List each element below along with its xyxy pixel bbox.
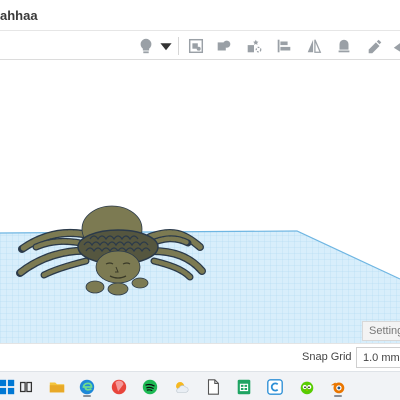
active-indicator <box>83 395 91 397</box>
align-icon[interactable] <box>273 35 295 57</box>
workplane-viewport[interactable] <box>0 61 400 343</box>
flip-icon[interactable] <box>364 35 386 57</box>
notepad-icon[interactable] <box>202 376 224 398</box>
file-explorer-icon[interactable] <box>46 376 68 398</box>
edge-icon[interactable] <box>76 376 98 398</box>
task-view-icon[interactable] <box>15 376 37 398</box>
workplane-scene[interactable] <box>0 61 400 343</box>
snap-grid-select[interactable]: 1.0 mm <box>356 347 400 368</box>
project-name[interactable]: ahhaa <box>0 8 38 23</box>
duolingo-icon[interactable] <box>296 376 318 398</box>
title-bar: ahhaa <box>0 0 400 30</box>
lightbulb-icon[interactable] <box>135 35 157 57</box>
hole-icon[interactable] <box>243 35 265 57</box>
dropdown-arrow-icon[interactable] <box>159 35 173 57</box>
toolbar-separator <box>178 37 179 55</box>
snap-grid-label: Snap Grid <box>302 351 352 363</box>
settings-button[interactable]: Settings <box>362 321 400 341</box>
note-icon[interactable] <box>185 35 207 57</box>
workplane-icon[interactable] <box>390 35 400 57</box>
windows-taskbar <box>0 371 400 400</box>
canva-icon[interactable] <box>264 376 286 398</box>
blender-icon[interactable] <box>327 376 349 398</box>
spotify-icon[interactable] <box>139 376 161 398</box>
sheets-icon[interactable] <box>233 376 255 398</box>
tinkercad-window: ahhaa Settin Snap Grid 1.0 mm <box>0 0 400 400</box>
group-icon[interactable] <box>333 35 355 57</box>
active-indicator <box>334 395 342 397</box>
mirror-icon[interactable] <box>303 35 325 57</box>
editor-toolbar <box>0 30 400 60</box>
shape-group-icon[interactable] <box>213 35 235 57</box>
status-bar: Snap Grid 1.0 mm <box>0 343 400 371</box>
weather-icon[interactable] <box>170 376 192 398</box>
paint-3d-icon[interactable] <box>108 376 130 398</box>
